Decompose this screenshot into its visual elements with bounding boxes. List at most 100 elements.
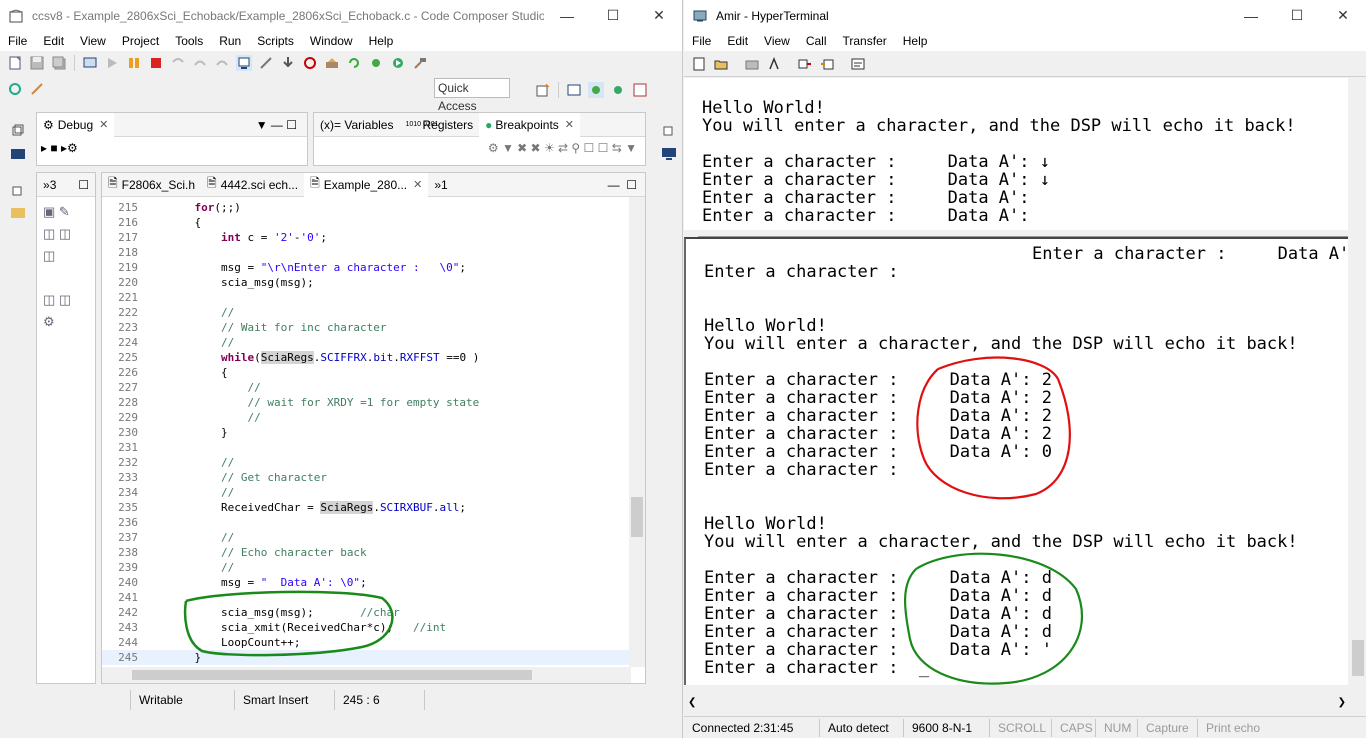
- tab-registers[interactable]: 1010 0101 Registers: [399, 113, 479, 137]
- pin-icon[interactable]: [29, 81, 45, 97]
- ht-minimize-button[interactable]: —: [1228, 0, 1274, 31]
- ht-menu-transfer[interactable]: Transfer: [835, 34, 895, 48]
- resume-icon[interactable]: [104, 55, 120, 71]
- split-divider[interactable]: [698, 230, 1348, 237]
- ht-menu-file[interactable]: File: [684, 34, 719, 48]
- restore-icon[interactable]: [10, 122, 26, 138]
- tab-debug[interactable]: ⚙ Debug ✕: [37, 112, 115, 137]
- tab-f2806x-sci-h[interactable]: 🗎 F2806x_Sci.h: [102, 173, 201, 197]
- editor-vertical-scrollbar[interactable]: [629, 197, 645, 667]
- collapsed-pane-icons[interactable]: ▣ ✎ ◫ ◫ ◫ ◫ ◫ ⚙: [43, 201, 71, 333]
- step-over-icon[interactable]: [192, 55, 208, 71]
- code-line[interactable]: 220 scia_msg(msg);: [102, 275, 631, 290]
- code-line[interactable]: 223 // Wait for inc character: [102, 320, 631, 335]
- code-line[interactable]: 245 }: [102, 650, 631, 665]
- tab-overflow-editors[interactable]: » 1: [428, 173, 453, 197]
- code-line[interactable]: 231: [102, 440, 631, 455]
- refresh-icon[interactable]: [346, 55, 362, 71]
- reset-icon[interactable]: [302, 55, 318, 71]
- search-icon[interactable]: [7, 81, 23, 97]
- code-line[interactable]: 218: [102, 245, 631, 260]
- code-line[interactable]: 242 scia_msg(msg); //char: [102, 605, 631, 620]
- ht-maximize-button[interactable]: ☐: [1274, 0, 1320, 31]
- pane-minimize-icon[interactable]: ▼ — ☐: [256, 118, 297, 132]
- code-line[interactable]: 224 //: [102, 335, 631, 350]
- ht-menu-view[interactable]: View: [756, 34, 798, 48]
- properties-icon[interactable]: [850, 56, 866, 72]
- save-all-icon[interactable]: [51, 55, 67, 71]
- maximize-button[interactable]: ☐: [590, 0, 636, 31]
- minimize-button[interactable]: —: [544, 0, 590, 31]
- menu-edit[interactable]: Edit: [35, 34, 72, 48]
- tab-overflow[interactable]: » 3: [37, 173, 62, 197]
- scroll-left-icon[interactable]: ❮: [688, 697, 696, 708]
- code-editor[interactable]: 215 for(;;) 216 {217 int c = '2'-'0'; 218 2…: [102, 197, 631, 667]
- code-line[interactable]: 237 //: [102, 530, 631, 545]
- tab-4442-sci-echo[interactable]: 🗎 4442.sci ech...: [201, 173, 304, 197]
- ccs-debug-perspective-icon[interactable]: [588, 82, 604, 98]
- editor-horizontal-scrollbar[interactable]: [102, 667, 631, 683]
- code-line[interactable]: 219 msg = "\r\nEnter a character : \0";: [102, 260, 631, 275]
- ht-menu-edit[interactable]: Edit: [719, 34, 756, 48]
- code-line[interactable]: 217 int c = '2'-'0';: [102, 230, 631, 245]
- code-line[interactable]: 241: [102, 590, 631, 605]
- open-icon[interactable]: [713, 56, 729, 72]
- menu-help[interactable]: Help: [361, 34, 402, 48]
- debug-icon[interactable]: [368, 55, 384, 71]
- code-line[interactable]: 232 //: [102, 455, 631, 470]
- menu-file[interactable]: File: [0, 34, 35, 48]
- console-icon[interactable]: [10, 146, 26, 162]
- terminal-scrollback[interactable]: Hello World! You will enter a character, …: [684, 78, 1348, 230]
- new-icon[interactable]: [7, 55, 23, 71]
- tab-variables[interactable]: (x)= Variables: [314, 113, 399, 137]
- code-line[interactable]: 244 LoopCount++;: [102, 635, 631, 650]
- breakpoints-toolbar[interactable]: ⚙ ▼ ✖ ✖ ☀ ⇄ ⚲ ☐ ☐ ⇆ ▼: [488, 141, 637, 155]
- editor-min-max-icons[interactable]: — ☐: [608, 178, 637, 192]
- code-line[interactable]: 240 msg = " Data A': \0";: [102, 575, 631, 590]
- step-return-icon[interactable]: [214, 55, 230, 71]
- code-line[interactable]: 221: [102, 290, 631, 305]
- run-icon[interactable]: [390, 55, 406, 71]
- hammer-icon[interactable]: [412, 55, 428, 71]
- code-line[interactable]: 233 // Get character: [102, 470, 631, 485]
- code-line[interactable]: 236: [102, 515, 631, 530]
- scroll-right-icon[interactable]: ❯: [1338, 697, 1346, 708]
- menu-project[interactable]: Project: [114, 34, 167, 48]
- assembly-step-icon[interactable]: [236, 55, 252, 71]
- code-line[interactable]: 215 for(;;): [102, 200, 631, 215]
- restore-icon-2[interactable]: [10, 182, 26, 198]
- ccs-other-perspective-icon[interactable]: [632, 82, 648, 98]
- pane-maximize-icon[interactable]: ☐: [78, 178, 89, 192]
- code-line[interactable]: 229 //: [102, 410, 631, 425]
- code-line[interactable]: 239 //: [102, 560, 631, 575]
- ht-menu-call[interactable]: Call: [798, 34, 835, 48]
- menu-window[interactable]: Window: [302, 34, 361, 48]
- save-icon[interactable]: [29, 55, 45, 71]
- menu-run[interactable]: Run: [211, 34, 249, 48]
- code-line[interactable]: 216 {: [102, 215, 631, 230]
- step-into-icon[interactable]: [170, 55, 186, 71]
- call-icon[interactable]: [744, 56, 760, 72]
- tab-breakpoints[interactable]: ● Breakpoints ✕: [479, 112, 581, 137]
- terminal-horizontal-scrollbar[interactable]: ❮ ❯: [684, 697, 1350, 713]
- debug-config-icon[interactable]: [82, 55, 98, 71]
- code-line[interactable]: 230 }: [102, 425, 631, 440]
- debug-tree-row[interactable]: ▸ ■ ▸⚙: [41, 141, 78, 155]
- code-line[interactable]: 235 ReceivedChar = SciaRegs.SCIRXBUF.all…: [102, 500, 631, 515]
- editor-hscroll-thumb[interactable]: [132, 670, 532, 680]
- project-explorer-icon[interactable]: [10, 204, 26, 220]
- terminate-icon[interactable]: [148, 55, 164, 71]
- tab-example-2806x[interactable]: 🗎 Example_280... ✕: [304, 172, 429, 197]
- connect-icon[interactable]: [258, 55, 274, 71]
- terminal-screen[interactable]: Enter a character : Data A' Enter a char…: [684, 237, 1348, 685]
- ccs-edit-perspective-icon[interactable]: [566, 82, 582, 98]
- monitor-icon[interactable]: [661, 146, 677, 162]
- ht-close-button[interactable]: ✕: [1320, 0, 1366, 31]
- code-line[interactable]: 222 //: [102, 305, 631, 320]
- close-icon[interactable]: ✕: [99, 118, 108, 131]
- receive-icon[interactable]: [819, 56, 835, 72]
- menu-tools[interactable]: Tools: [167, 34, 211, 48]
- menu-scripts[interactable]: Scripts: [249, 34, 302, 48]
- terminal-scroll-thumb[interactable]: [1352, 640, 1364, 676]
- disconnect-icon[interactable]: [766, 56, 782, 72]
